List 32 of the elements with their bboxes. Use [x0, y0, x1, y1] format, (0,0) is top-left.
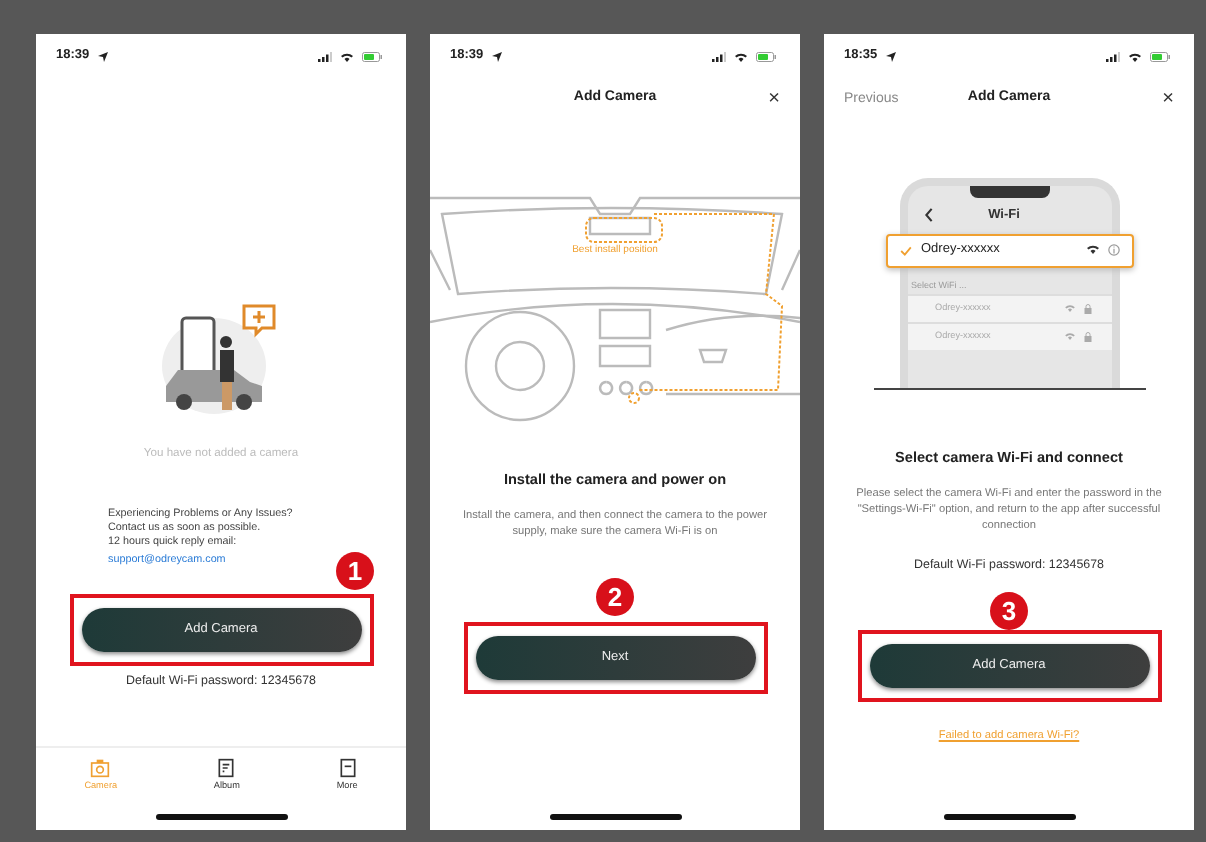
document-icon — [216, 757, 237, 778]
camera-icon — [90, 757, 111, 778]
step-number-badge: 1 — [336, 551, 374, 590]
battery-icon — [362, 51, 382, 61]
wifi-icon — [734, 51, 748, 61]
close-button[interactable]: × — [1162, 90, 1174, 110]
battery-icon — [756, 51, 776, 61]
step-number-badge: 3 — [990, 591, 1028, 630]
home-indicator — [549, 814, 681, 820]
wifi-icon — [1128, 51, 1142, 61]
phone-notch — [969, 186, 1049, 198]
wifi-icon — [340, 51, 354, 61]
lock-icon — [1083, 331, 1091, 341]
home-indicator — [943, 814, 1075, 820]
battery-icon — [1150, 51, 1170, 61]
lock-icon — [1083, 303, 1091, 313]
wifi-icon — [1085, 244, 1099, 255]
close-button[interactable]: × — [768, 90, 780, 110]
home-indicator — [155, 814, 287, 820]
document-icon — [337, 757, 358, 778]
location-arrow-icon — [885, 51, 896, 61]
location-arrow-icon — [491, 51, 502, 61]
check-icon — [899, 245, 911, 256]
wifi-icon — [1063, 331, 1075, 339]
wifi-icon — [1063, 303, 1075, 311]
step-number-badge: 2 — [596, 577, 634, 616]
signal-icon — [712, 51, 726, 61]
signal-icon — [1106, 51, 1120, 61]
signal-icon — [318, 51, 332, 61]
location-arrow-icon — [97, 51, 108, 61]
info-icon — [1107, 244, 1119, 257]
back-chevron-icon — [923, 208, 933, 223]
